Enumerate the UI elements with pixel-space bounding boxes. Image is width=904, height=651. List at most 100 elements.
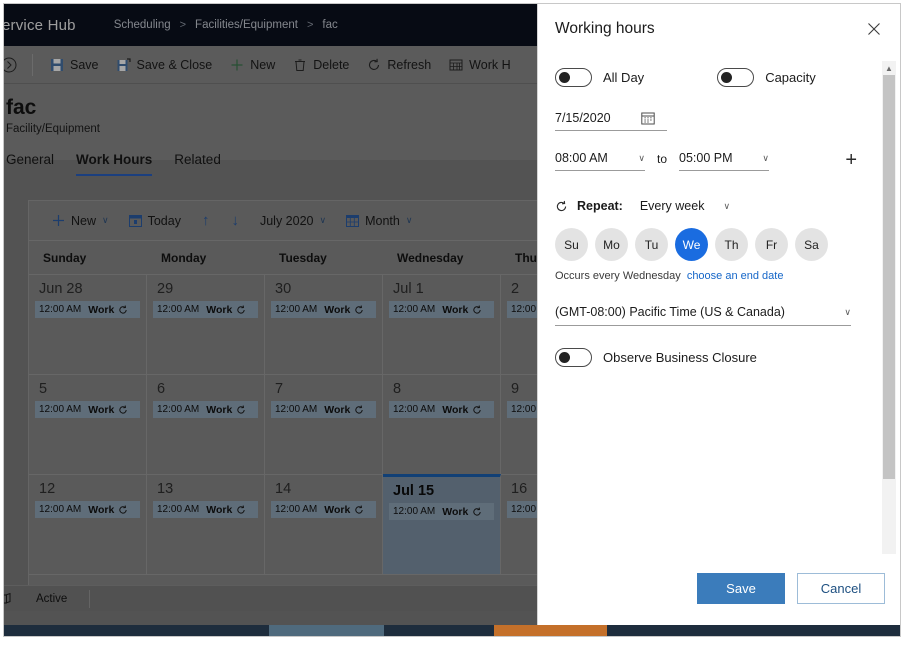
calendar-event[interactable]: 12:00 AM Work bbox=[389, 301, 494, 318]
calendar-event[interactable]: 12:00 AM Work bbox=[35, 501, 140, 518]
calendar-event[interactable]: 12:00 AM Work bbox=[507, 301, 537, 318]
calendar-event[interactable]: 12:00 AM Work bbox=[389, 401, 494, 418]
day-number: 5 bbox=[39, 381, 48, 397]
calendar-event[interactable]: 12:00 AM Work bbox=[153, 401, 258, 418]
panel-scrollbar[interactable]: ▲ ▼ bbox=[882, 61, 896, 564]
calendar-day-cell[interactable]: 8 12:00 AM Work bbox=[383, 375, 501, 474]
weekday-sa[interactable]: Sa bbox=[795, 228, 828, 261]
calendar-day-cell[interactable]: Jun 28 12:00 AM Work bbox=[29, 275, 147, 374]
save-button[interactable]: Save bbox=[697, 572, 785, 604]
calendar-event[interactable]: 12:00 AM Work bbox=[271, 401, 376, 418]
capacity-toggle[interactable] bbox=[717, 68, 755, 87]
start-time-field[interactable]: 08:00 AM ∨ bbox=[555, 151, 645, 171]
refresh-icon bbox=[367, 58, 381, 72]
calendar-event[interactable]: 12:00 AM Work bbox=[35, 401, 140, 418]
weekday-fr[interactable]: Fr bbox=[755, 228, 788, 261]
month-view-icon bbox=[346, 214, 360, 227]
calendar-day-cell[interactable]: 14 12:00 AM Work bbox=[265, 475, 383, 574]
refresh-button-label: Refresh bbox=[387, 57, 432, 72]
event-title: Work bbox=[442, 505, 469, 518]
breadcrumb-separator-icon: > bbox=[306, 19, 314, 31]
calendar-event[interactable]: 12:00 AM Work bbox=[271, 501, 376, 518]
calendar-day-cell[interactable]: 7 12:00 AM Work bbox=[265, 375, 383, 474]
save-and-close-button[interactable]: Save & Close bbox=[108, 46, 222, 84]
calendar-prev-arrow-icon[interactable]: ↑ bbox=[192, 208, 220, 233]
calendar-day-cell[interactable]: 6 12:00 AM Work bbox=[147, 375, 265, 474]
weekday-tu[interactable]: Tu bbox=[635, 228, 668, 261]
calendar-event[interactable]: 12:00 AM Work bbox=[35, 301, 140, 318]
chevron-down-icon[interactable]: ∨ bbox=[723, 201, 730, 212]
plus-icon bbox=[52, 214, 65, 227]
application-window: ervice Hub Scheduling > Facilities/Equip… bbox=[3, 3, 901, 637]
chevron-down-icon: ∨ bbox=[405, 215, 413, 225]
tab-work-hours[interactable]: Work Hours bbox=[76, 152, 153, 176]
recurrence-icon bbox=[118, 505, 128, 515]
tab-general[interactable]: General bbox=[6, 152, 54, 176]
scroll-up-icon[interactable]: ▲ bbox=[882, 61, 896, 75]
calendar-today-button[interactable]: Today bbox=[120, 210, 190, 232]
breadcrumb-item-facilities[interactable]: Facilities/Equipment bbox=[195, 19, 298, 31]
calendar-event[interactable]: 12:00 AM Work bbox=[153, 501, 258, 518]
page-title: fac bbox=[6, 96, 37, 119]
chevron-down-icon[interactable]: ∨ bbox=[638, 153, 645, 164]
add-time-range-icon[interactable]: + bbox=[845, 150, 857, 171]
calendar-day-cell[interactable]: Jul 1 12:00 AM Work bbox=[383, 275, 501, 374]
status-badge: Active bbox=[36, 592, 68, 605]
date-field[interactable]: 7/15/2020 bbox=[555, 111, 667, 131]
calendar-view-selector[interactable]: Month ∨ bbox=[337, 210, 421, 232]
weekday-mo[interactable]: Mo bbox=[595, 228, 628, 261]
calendar-icon[interactable] bbox=[640, 111, 655, 125]
toggle-row: All Day Capacity bbox=[555, 68, 873, 87]
calendar-period-selector[interactable]: July 2020 ∨ bbox=[251, 210, 335, 232]
app-header: ervice Hub Scheduling > Facilities/Equip… bbox=[4, 4, 537, 46]
observe-business-closure-toggle[interactable] bbox=[555, 348, 592, 367]
calendar-day-cell[interactable]: 2 12:00 AM Work bbox=[501, 275, 537, 374]
new-button[interactable]: New bbox=[221, 46, 284, 84]
repeat-value[interactable]: Every week bbox=[640, 199, 705, 213]
tab-related[interactable]: Related bbox=[174, 152, 221, 176]
all-day-toggle[interactable] bbox=[555, 68, 592, 87]
weekday-su[interactable]: Su bbox=[555, 228, 588, 261]
calendar-day-cell[interactable]: 12 12:00 AM Work bbox=[29, 475, 147, 574]
taskbar-segment-active bbox=[269, 625, 384, 636]
event-time: 12:00 AM bbox=[393, 404, 436, 415]
calendar-event[interactable]: 12:00 AM Work bbox=[389, 503, 494, 520]
calendar-new-button[interactable]: New ∨ bbox=[43, 210, 118, 232]
status-bar: Active bbox=[4, 585, 537, 611]
calendar-event[interactable]: 12:00 AM Work bbox=[153, 301, 258, 318]
refresh-button[interactable]: Refresh bbox=[358, 46, 440, 84]
calendar-next-arrow-icon[interactable]: ↓ bbox=[221, 208, 249, 233]
calendar-day-cell[interactable]: 29 12:00 AM Work bbox=[147, 275, 265, 374]
calendar-day-cell[interactable]: 13 12:00 AM Work bbox=[147, 475, 265, 574]
all-day-label: All Day bbox=[603, 70, 645, 85]
end-time-field[interactable]: 05:00 PM ∨ bbox=[679, 151, 770, 171]
breadcrumb-item-scheduling[interactable]: Scheduling bbox=[114, 19, 171, 31]
delete-button[interactable]: Delete bbox=[284, 46, 358, 84]
calendar-event[interactable]: 12:00 AM Work bbox=[507, 401, 537, 418]
event-time: 12:00 AM bbox=[157, 504, 200, 515]
calendar-event[interactable]: 12:00 AM Work bbox=[271, 301, 376, 318]
calendar-day-cell-selected[interactable]: Jul 15 12:00 AM Work bbox=[383, 474, 501, 574]
taskbar bbox=[4, 625, 900, 636]
timezone-field[interactable]: (GMT-08:00) Pacific Time (US & Canada) ∨ bbox=[555, 305, 851, 326]
chevron-down-icon[interactable]: ∨ bbox=[762, 153, 769, 164]
back-circle-icon[interactable] bbox=[4, 57, 24, 73]
calendar-day-cell[interactable]: 30 12:00 AM Work bbox=[265, 275, 383, 374]
cancel-button[interactable]: Cancel bbox=[797, 572, 885, 604]
weekday-we-selected[interactable]: We bbox=[675, 228, 708, 261]
scrollbar-thumb[interactable] bbox=[883, 75, 895, 479]
all-day-group: All Day bbox=[555, 68, 644, 87]
close-icon[interactable] bbox=[860, 15, 888, 43]
popout-icon[interactable] bbox=[4, 592, 12, 606]
calendar-day-cell[interactable]: 5 12:00 AM Work bbox=[29, 375, 147, 474]
chevron-down-icon[interactable]: ∨ bbox=[844, 307, 851, 318]
work-hours-button[interactable]: Work H bbox=[440, 46, 519, 84]
event-time: 12:00 AM bbox=[275, 304, 318, 315]
choose-end-date-link[interactable]: choose an end date bbox=[687, 270, 784, 282]
calendar-day-cell[interactable]: 9 12:00 AM Work bbox=[501, 375, 537, 474]
calendar-event[interactable]: 12:00 AM Work bbox=[507, 501, 537, 518]
breadcrumb-item-fac[interactable]: fac bbox=[322, 19, 337, 31]
weekday-th[interactable]: Th bbox=[715, 228, 748, 261]
save-button[interactable]: Save bbox=[41, 46, 108, 84]
calendar-day-cell[interactable]: 16 12:00 AM Work bbox=[501, 475, 537, 574]
